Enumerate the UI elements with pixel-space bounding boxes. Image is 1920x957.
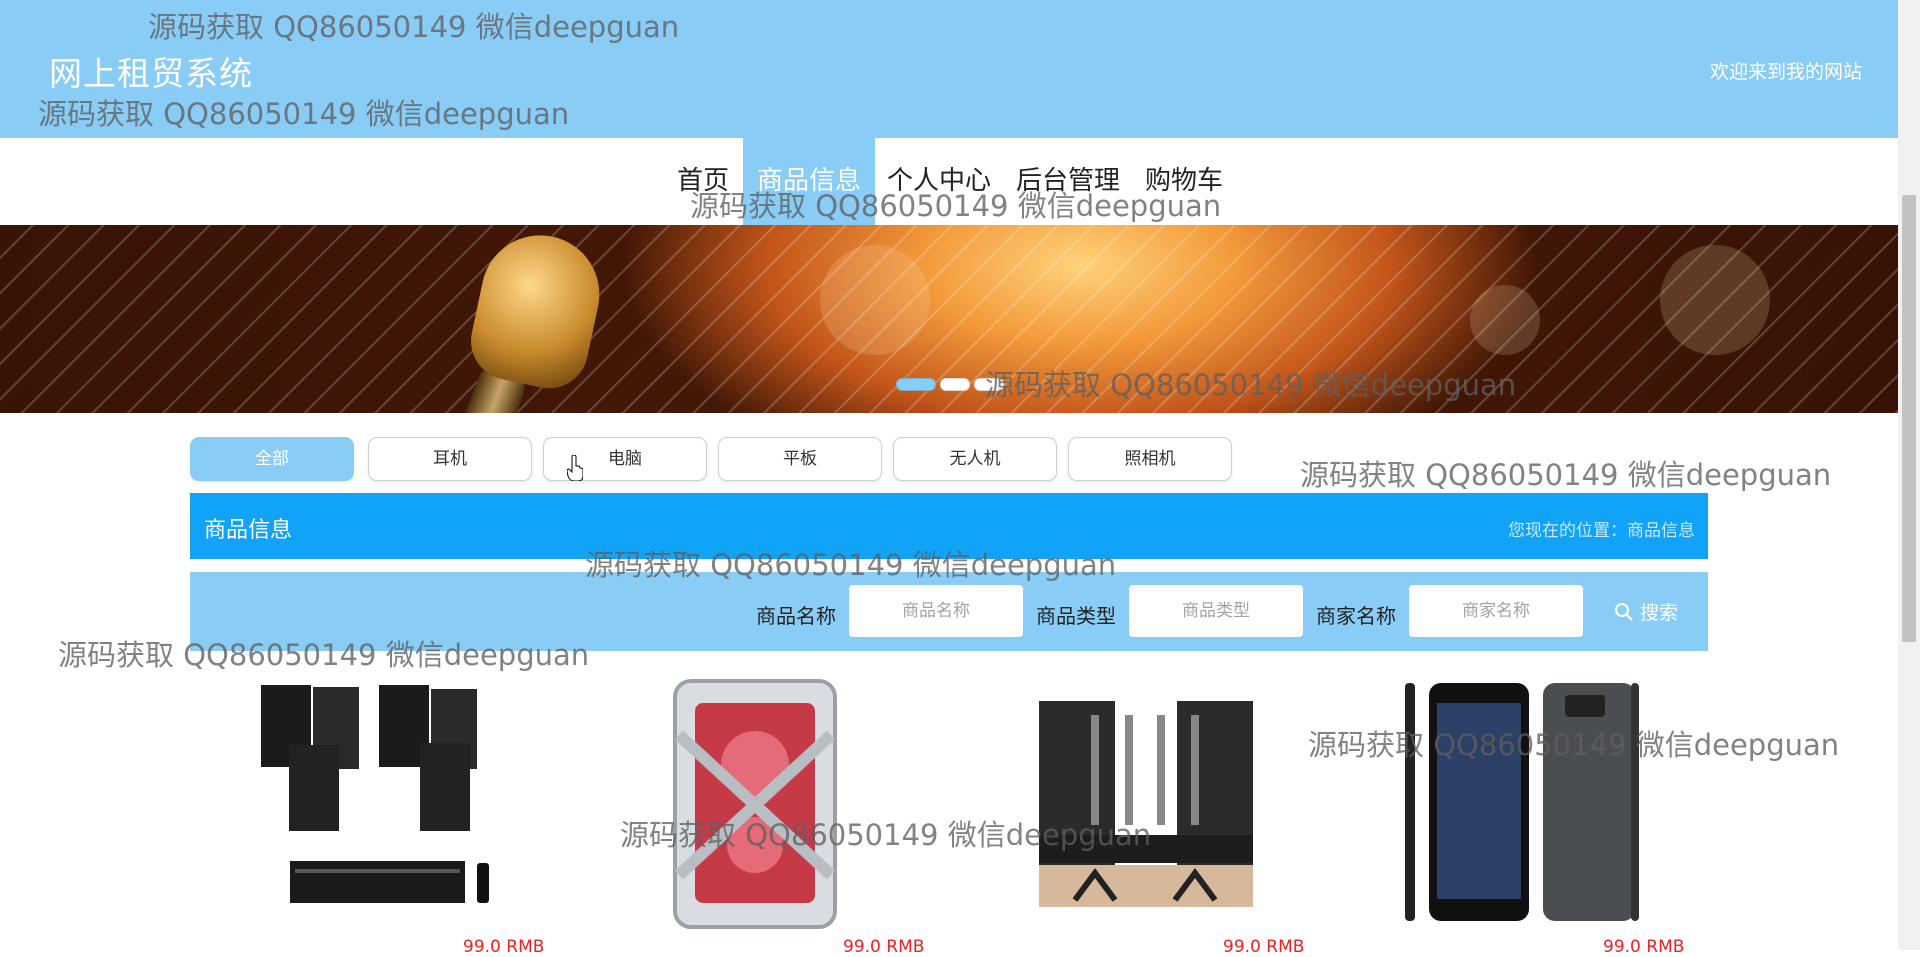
main-nav: 首页 商品信息 个人中心 后台管理 购物车: [0, 138, 1898, 225]
product-image-gaming-pc[interactable]: [635, 675, 895, 933]
product-price: 99.0 RMB: [1603, 937, 1685, 957]
section-title: 商品信息: [204, 518, 293, 543]
section-header: 商品信息 您现在的位置：商品信息: [190, 493, 1708, 559]
microphone-head: [463, 225, 611, 396]
carousel-dot-3[interactable]: [974, 378, 1004, 391]
product-name-label: 商品名称: [756, 604, 836, 628]
header-bar: 网上租贸系统 欢迎来到我的网站: [0, 0, 1898, 138]
product-type-label: 商品类型: [1036, 604, 1116, 628]
product-type-input[interactable]: [1129, 585, 1303, 637]
nav-products[interactable]: 商品信息: [743, 138, 876, 225]
category-all[interactable]: 全部: [190, 437, 354, 481]
product-price: 99.0 RMB: [1223, 937, 1305, 957]
search-button[interactable]: 搜索: [1614, 598, 1678, 625]
carousel-dot-1[interactable]: [896, 378, 936, 391]
product-image-karaoke-set[interactable]: [1015, 675, 1275, 933]
nav-admin[interactable]: 后台管理: [1016, 138, 1120, 225]
watermark-text: 源码获取 QQ86050149 微信deepguan: [1300, 458, 1832, 492]
nav-cart[interactable]: 购物车: [1145, 138, 1223, 225]
welcome-text: 欢迎来到我的网站: [1709, 61, 1862, 83]
breadcrumb: 您现在的位置：商品信息: [1508, 521, 1695, 541]
banner-carousel[interactable]: [0, 225, 1898, 413]
nav-home[interactable]: 首页: [677, 138, 729, 225]
merchant-name-input[interactable]: [1409, 585, 1583, 637]
product-image-smartphone[interactable]: [1395, 675, 1655, 933]
search-icon: [1615, 603, 1633, 621]
search-bar: 商品名称 商品类型 商家名称 搜索: [190, 572, 1708, 651]
category-headphones[interactable]: 耳机: [368, 437, 532, 481]
site-title: 网上租贸系统: [49, 54, 253, 93]
category-drone[interactable]: 无人机: [893, 437, 1057, 481]
category-tablet[interactable]: 平板: [718, 437, 882, 481]
page-scrollbar[interactable]: [1898, 0, 1920, 950]
hand-cursor-icon: [567, 455, 583, 481]
product-name-input[interactable]: [849, 585, 1023, 637]
carousel-dot-2[interactable]: [940, 378, 970, 391]
carousel-indicators: [896, 376, 1008, 395]
product-price: 99.0 RMB: [463, 937, 545, 957]
merchant-name-label: 商家名称: [1316, 604, 1396, 628]
nav-personal-center[interactable]: 个人中心: [887, 138, 991, 225]
scrollbar-thumb[interactable]: [1902, 195, 1916, 642]
category-camera[interactable]: 照相机: [1068, 437, 1232, 481]
product-image-speaker-system[interactable]: [255, 675, 515, 933]
product-price: 99.0 RMB: [843, 937, 925, 957]
